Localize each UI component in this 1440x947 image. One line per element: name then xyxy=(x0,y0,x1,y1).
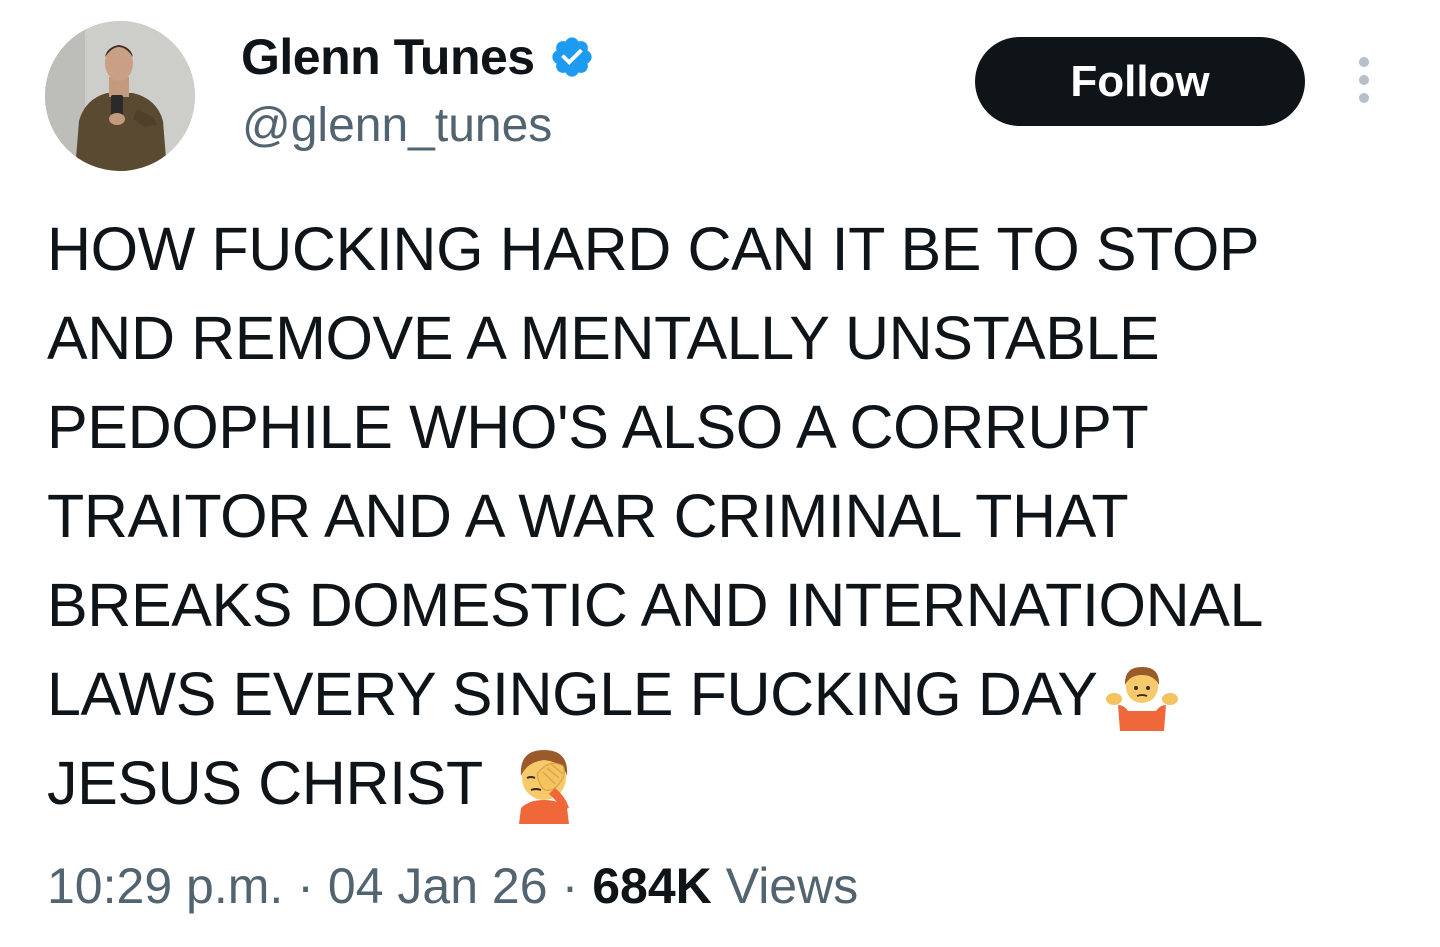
author-handle[interactable]: @glenn_tunes xyxy=(242,96,552,156)
tweet-line: PEDOPHILE WHO'S ALSO A CORRUPT xyxy=(47,383,1417,472)
tweet-line: LAWS EVERY SINGLE FUCKING DAY xyxy=(47,650,1417,739)
avatar[interactable] xyxy=(45,21,195,171)
tweet-line-text: HOW FUCKING HARD CAN IT BE TO STOP xyxy=(47,215,1260,283)
facepalm-emoji-icon xyxy=(518,749,569,824)
tweet-line-text: LAWS EVERY SINGLE FUCKING DAY xyxy=(47,660,1098,728)
views-label: Views xyxy=(725,858,859,914)
tweet-time[interactable]: 10:29 p.m. xyxy=(47,854,283,918)
tweet-line-text: TRAITOR AND A WAR CRIMINAL THAT xyxy=(47,482,1129,550)
tweet-line-text: PEDOPHILE WHO'S ALSO A CORRUPT xyxy=(47,393,1149,461)
tweet-date[interactable]: 04 Jan 26 xyxy=(328,854,548,918)
more-options-icon[interactable] xyxy=(1346,52,1382,112)
tweet-text: HOW FUCKING HARD CAN IT BE TO STOP AND R… xyxy=(47,205,1417,828)
tweet-line: BREAKS DOMESTIC AND INTERNATIONAL xyxy=(47,561,1417,650)
tweet-line: HOW FUCKING HARD CAN IT BE TO STOP xyxy=(47,205,1417,294)
meta-separator: · xyxy=(561,858,579,914)
views-count: 684K xyxy=(592,858,712,914)
tweet-line-text: BREAKS DOMESTIC AND INTERNATIONAL xyxy=(47,571,1264,639)
author-display-name[interactable]: Glenn Tunes xyxy=(241,26,535,88)
tweet-line-text: JESUS CHRIST xyxy=(47,749,483,817)
tweet-meta: 10:29 p.m. · 04 Jan 26 · 684K Views xyxy=(47,854,858,918)
author-name-row: Glenn Tunes xyxy=(241,26,595,88)
follow-button[interactable]: Follow xyxy=(975,37,1305,126)
shrug-emoji-icon xyxy=(1105,666,1178,731)
tweet-line-text: AND REMOVE A MENTALLY UNSTABLE xyxy=(47,304,1160,372)
meta-separator: · xyxy=(297,858,314,914)
tweet-line: JESUS CHRIST xyxy=(47,739,1417,828)
tweet-line: AND REMOVE A MENTALLY UNSTABLE xyxy=(47,294,1417,383)
verified-badge-icon xyxy=(551,37,592,77)
tweet-line: TRAITOR AND A WAR CRIMINAL THAT xyxy=(47,472,1417,561)
